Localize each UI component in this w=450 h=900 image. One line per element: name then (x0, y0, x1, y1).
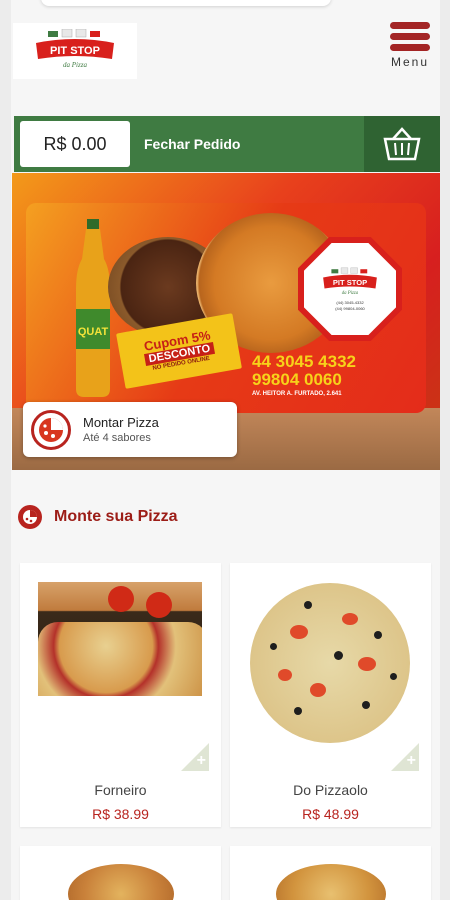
add-icon[interactable]: + (181, 743, 209, 771)
build-pizza-button[interactable]: Montar Pizza Até 4 sabores (23, 402, 237, 457)
banner-address: AV. HEITOR A. FURTADO, 2.641 (252, 391, 342, 397)
soda-bottle-image: QUAT (76, 219, 110, 397)
build-pizza-title: Montar Pizza (83, 414, 159, 430)
pit-stop-badge-logo-icon: PIT STOP da Pizza (323, 267, 377, 296)
basket-button[interactable] (364, 116, 440, 172)
svg-text:QUAT: QUAT (78, 326, 109, 338)
order-total: R$ 0.00 (20, 121, 130, 167)
pizza-icon (18, 505, 42, 529)
product-card-partial[interactable] (20, 846, 221, 900)
build-pizza-subtitle: Até 4 sabores (83, 431, 151, 444)
product-name: Do Pizzaolo (293, 782, 368, 798)
svg-text:PIT STOP: PIT STOP (50, 45, 100, 57)
menu-label: Menu (390, 55, 430, 69)
pit-stop-logo-icon: PIT STOP da Pizza (36, 29, 114, 69)
header: PIT STOP da Pizza Menu (11, 10, 440, 105)
promo-banner[interactable]: QUAT PIT STOP da Pizza (44) 3045-4332 (4… (12, 173, 440, 470)
banner-phone-1: 44 3045 4332 (252, 352, 356, 371)
section-title: Monte sua Pizza (54, 508, 178, 525)
basket-icon (383, 127, 421, 161)
add-icon[interactable]: + (391, 743, 419, 771)
order-bar: R$ 0.00 Fechar Pedido (14, 116, 440, 172)
product-card-forneiro[interactable]: + Forneiro R$ 38.99 (20, 563, 221, 827)
product-image (68, 864, 174, 900)
product-card-partial[interactable] (230, 846, 431, 900)
svg-text:da Pizza: da Pizza (63, 61, 87, 69)
badge-phone-2: (44) 99804-0060 (335, 306, 365, 311)
banner-phone-2: 99804 0060 (252, 370, 342, 389)
svg-text:da Pizza: da Pizza (342, 291, 359, 296)
section-header: Monte sua Pizza (18, 505, 178, 529)
logo[interactable]: PIT STOP da Pizza (13, 23, 137, 79)
close-order-button[interactable]: Fechar Pedido (144, 116, 240, 172)
pizza-slice-icon (31, 409, 71, 450)
top-pull-handle (41, 0, 331, 6)
menu-button[interactable]: Menu (386, 22, 434, 82)
product-name: Forneiro (94, 782, 147, 798)
product-price: R$ 38.99 (92, 806, 149, 822)
banner-phones: 44 3045 4332 99804 0060 AV. HEITOR A. FU… (252, 353, 356, 399)
product-image (250, 583, 410, 743)
svg-text:PIT STOP: PIT STOP (333, 278, 367, 287)
product-image (276, 864, 386, 900)
banner-logo-badge: PIT STOP da Pizza (44) 3045-4332 (44) 99… (298, 237, 402, 341)
product-price: R$ 48.99 (302, 806, 359, 822)
product-image (38, 582, 202, 696)
app-page: PIT STOP da Pizza Menu R$ 0.00 Fechar Pe… (11, 0, 440, 900)
product-card-do-pizzaolo[interactable]: + Do Pizzaolo R$ 48.99 (230, 563, 431, 827)
hamburger-icon (386, 22, 434, 51)
